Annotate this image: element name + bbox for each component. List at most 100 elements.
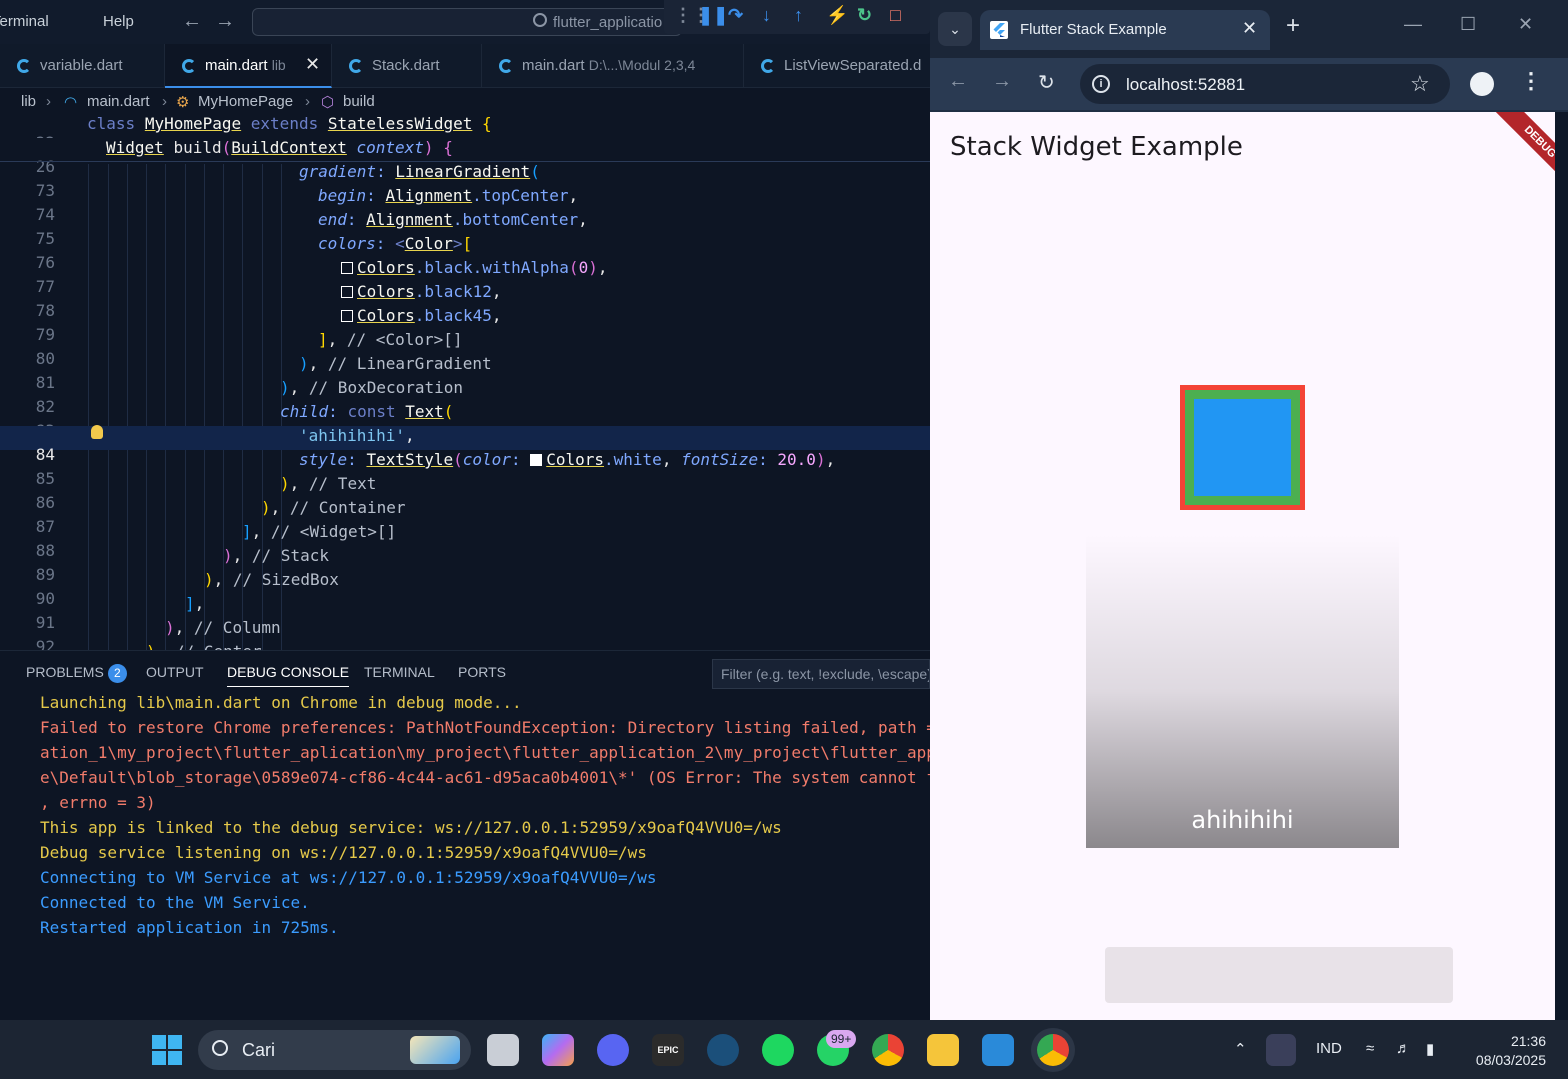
close-window-icon[interactable]: ✕: [1518, 14, 1533, 35]
step-out-icon[interactable]: ↑: [794, 5, 803, 26]
address-bar[interactable]: i localhost:52881 ☆: [1080, 64, 1450, 104]
code-token: Colors: [546, 450, 605, 469]
task-view-icon[interactable]: [487, 1034, 519, 1066]
chevron-right-icon: ›: [162, 93, 167, 110]
code-comment: // Column: [193, 618, 281, 637]
tab-search-icon[interactable]: ⌄: [938, 12, 972, 46]
tab-desc: lib: [271, 57, 286, 73]
taskbar-search[interactable]: Cari: [198, 1030, 471, 1070]
input-language[interactable]: IND: [1316, 1040, 1342, 1057]
menu-help[interactable]: Help: [103, 13, 134, 30]
restart-icon[interactable]: ↻: [857, 5, 872, 26]
search-icon: [212, 1040, 228, 1056]
volume-icon[interactable]: ♬: [1396, 1040, 1411, 1057]
windows-start-icon[interactable]: [152, 1035, 182, 1065]
menu-bar: Terminal Help ← → flutter_applicatio ⋮⋮ …: [0, 0, 930, 44]
console-filter-input[interactable]: Filter (e.g. text, !exclude, \escape): [712, 659, 930, 689]
console-line: Restarted application in 725ms.: [40, 918, 339, 937]
chevron-right-icon: ›: [305, 93, 310, 110]
chrome-tab[interactable]: Flutter Stack Example ✕: [980, 10, 1270, 50]
vscode-taskbar-icon[interactable]: [982, 1034, 1014, 1066]
code-token: BuildContext: [231, 138, 347, 157]
menu-terminal[interactable]: Terminal: [0, 13, 49, 30]
color-swatch[interactable]: [341, 286, 353, 298]
console-line: Failed to restore Chrome preferences: Pa…: [40, 718, 930, 737]
forward-arrow-icon[interactable]: →: [215, 10, 235, 33]
lightbulb-icon[interactable]: [91, 425, 103, 439]
breadcrumb-build[interactable]: build: [343, 93, 375, 110]
breadcrumb-lib[interactable]: lib: [21, 93, 36, 110]
hot-reload-icon[interactable]: ⚡: [826, 5, 848, 26]
steam-icon[interactable]: [707, 1034, 739, 1066]
bottom-button[interactable]: [1105, 947, 1453, 1003]
window-edge: [1555, 112, 1568, 1020]
search-icon: [533, 13, 547, 27]
tab-label: main.dart lib: [205, 57, 286, 74]
method-symbol-icon: ⬡: [321, 94, 335, 111]
chrome-taskbar-icon[interactable]: [872, 1034, 904, 1066]
notification-badge: 99+: [826, 1030, 857, 1048]
back-icon[interactable]: ←: [948, 70, 968, 93]
site-info-icon[interactable]: i: [1092, 75, 1110, 93]
more-menu-icon[interactable]: ⋮: [1520, 68, 1542, 94]
maximize-icon[interactable]: ☐: [1460, 14, 1476, 35]
console-line: e\Default\blob_storage\0589e074-cf86-4c4…: [40, 768, 930, 787]
file-explorer-icon[interactable]: [927, 1034, 959, 1066]
tray-app-icon[interactable]: [1266, 1034, 1296, 1066]
flutter-logo-icon: [990, 21, 1008, 39]
step-over-icon[interactable]: ↷: [728, 5, 743, 26]
back-arrow-icon[interactable]: ←: [182, 10, 202, 33]
tab-output[interactable]: OUTPUT: [146, 664, 204, 680]
epic-games-icon[interactable]: EPIC: [652, 1034, 684, 1066]
url-text: localhost:52881: [1126, 75, 1246, 94]
reload-icon[interactable]: ↻: [1038, 70, 1055, 95]
chrome-window: ⌄ Flutter Stack Example ✕ + — ☐ ✕ ← → ↻ …: [930, 0, 1568, 1020]
windows-taskbar: Cari EPIC 99+ ⌃ IND ≈ ♬ ▮ 21:36 08/03/20…: [0, 1020, 1568, 1079]
command-center[interactable]: flutter_applicatio: [252, 8, 682, 36]
code-line: 92 ), // Column: [0, 618, 930, 650]
code-token: {: [482, 114, 492, 133]
stop-icon[interactable]: □: [890, 5, 901, 26]
wifi-icon[interactable]: ≈: [1366, 1040, 1374, 1057]
minimize-icon[interactable]: —: [1404, 14, 1422, 35]
close-tab-icon[interactable]: ✕: [1242, 18, 1257, 39]
tab-main-dart-modul[interactable]: main.dart D:\...\Modul 2,3,4: [482, 44, 744, 88]
spotify-icon[interactable]: [762, 1034, 794, 1066]
pause-icon[interactable]: ❚❚: [698, 5, 728, 26]
battery-icon[interactable]: ▮: [1426, 1040, 1434, 1058]
step-into-icon[interactable]: ↓: [762, 5, 771, 26]
tab-ports[interactable]: PORTS: [458, 664, 506, 680]
tab-label: variable.dart: [40, 57, 123, 74]
debug-console-output[interactable]: Launching lib\main.dart on Chrome in deb…: [40, 693, 930, 1013]
profile-avatar-icon[interactable]: [1470, 72, 1494, 96]
code-editor[interactable]: 22 class MyHomePage extends StatelessWid…: [0, 114, 930, 650]
code-token: build: [173, 138, 222, 157]
color-swatch[interactable]: [341, 262, 353, 274]
code-comment: // <Widget>[]: [270, 522, 397, 541]
tray-overflow-icon[interactable]: ⌃: [1234, 1040, 1247, 1058]
bookmark-star-icon[interactable]: ☆: [1410, 71, 1430, 97]
tab-main-dart-lib[interactable]: main.dart lib ✕: [165, 44, 332, 88]
color-swatch[interactable]: [341, 310, 353, 322]
code-token: .white: [604, 450, 662, 469]
color-swatch[interactable]: [530, 454, 543, 466]
breadcrumb-myhomepage[interactable]: MyHomePage: [198, 93, 293, 110]
code-token: 'ahihihihi': [299, 426, 405, 445]
close-tab-icon[interactable]: ✕: [305, 54, 320, 75]
breadcrumb-main-dart[interactable]: main.dart: [87, 93, 150, 110]
tab-debug-console[interactable]: DEBUG CONSOLE: [227, 664, 350, 687]
discord-icon[interactable]: [597, 1034, 629, 1066]
class-symbol-icon: ⚙: [176, 94, 190, 111]
tab-listviewseparated[interactable]: ListViewSeparated.d: [744, 44, 930, 88]
tab-variable-dart[interactable]: variable.dart: [0, 44, 165, 88]
gradient-container: ahihihihi: [1086, 534, 1399, 848]
new-tab-icon[interactable]: +: [1286, 12, 1300, 40]
chrome-active-taskbar-icon[interactable]: [1037, 1034, 1069, 1066]
taskbar-clock[interactable]: 21:36 08/03/2025: [1462, 1032, 1546, 1070]
copilot-icon[interactable]: [542, 1034, 574, 1066]
tab-terminal[interactable]: TERMINAL: [364, 664, 435, 680]
tab-stack-dart[interactable]: Stack.dart: [332, 44, 482, 88]
tab-problems[interactable]: PROBLEMS 2: [26, 664, 127, 683]
code-token: context: [356, 138, 424, 157]
forward-icon[interactable]: →: [992, 70, 1012, 93]
